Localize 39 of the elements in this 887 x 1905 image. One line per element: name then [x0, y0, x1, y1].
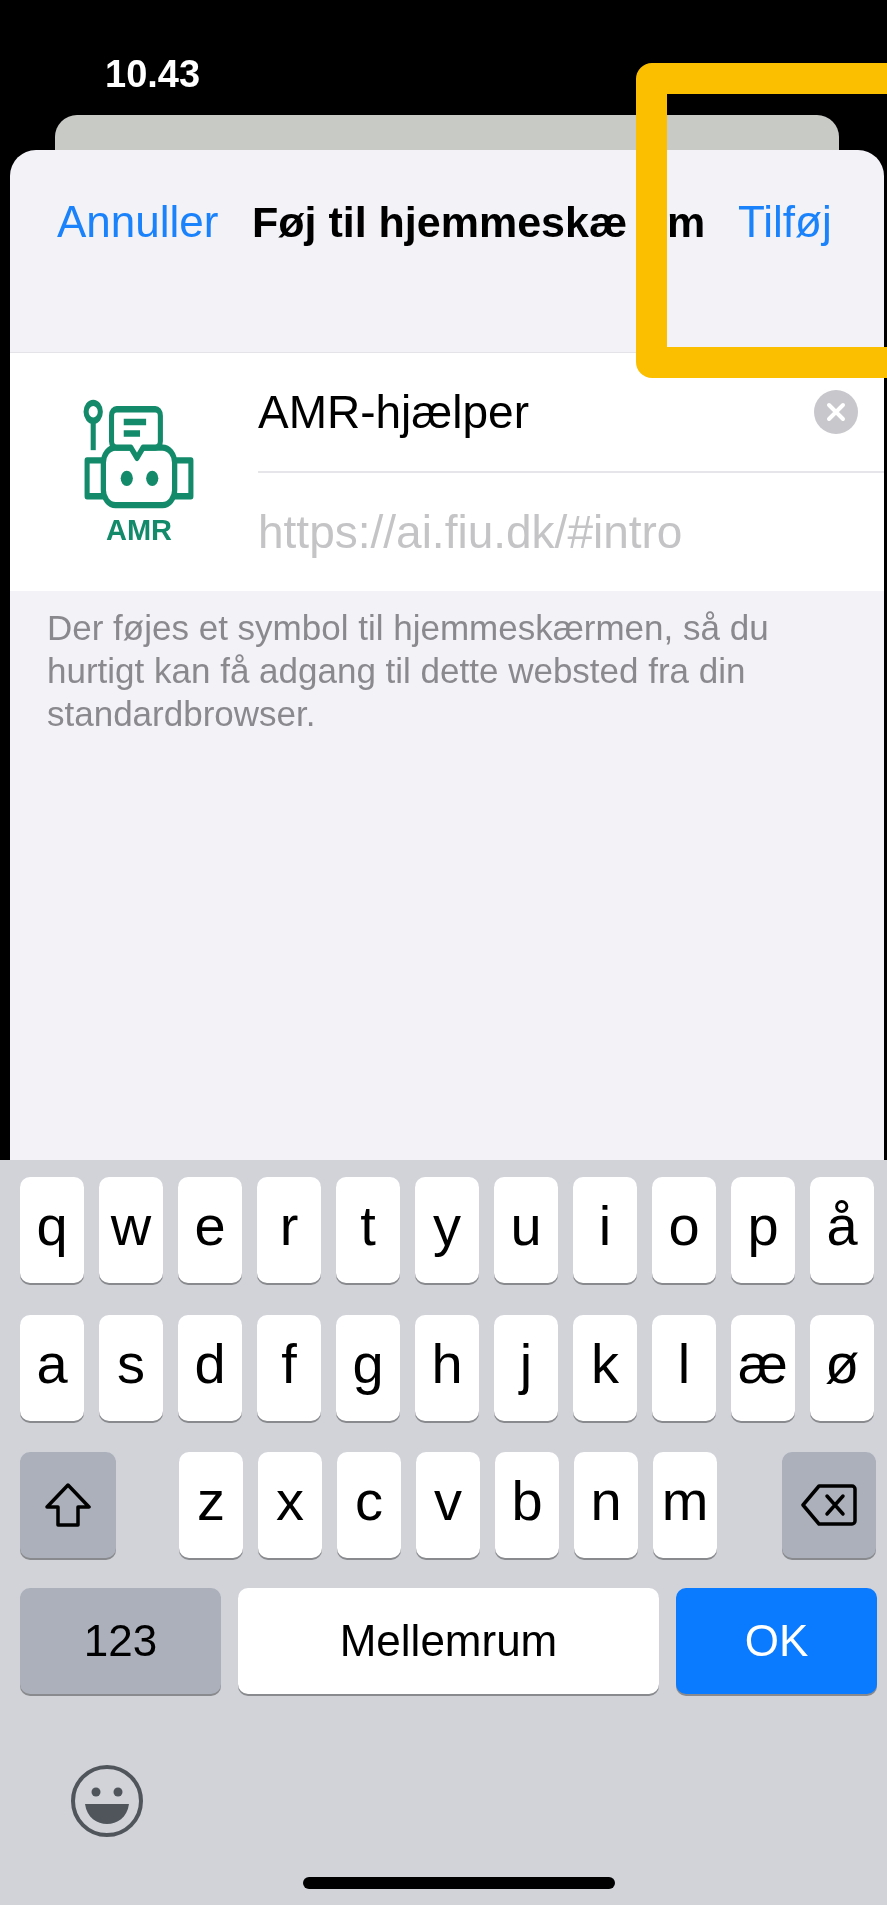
return-key[interactable]: OK — [676, 1588, 877, 1694]
letter-key[interactable]: æ — [731, 1315, 795, 1421]
letter-key[interactable]: o — [652, 1177, 716, 1283]
letter-key[interactable]: l — [652, 1315, 716, 1421]
letter-key[interactable]: d — [178, 1315, 242, 1421]
letter-key[interactable]: s — [99, 1315, 163, 1421]
letter-key[interactable]: z — [179, 1452, 243, 1558]
space-key[interactable]: Mellemrum — [238, 1588, 659, 1694]
letter-key[interactable]: k — [573, 1315, 637, 1421]
letter-key[interactable]: p — [731, 1177, 795, 1283]
letter-key[interactable]: y — [415, 1177, 479, 1283]
letter-key[interactable]: m — [653, 1452, 717, 1558]
url-text: https://ai.fiu.dk/#intro — [258, 505, 683, 559]
sheet-title: m — [667, 197, 707, 248]
letter-key[interactable]: c — [337, 1452, 401, 1558]
letter-key[interactable]: t — [336, 1177, 400, 1283]
letter-key[interactable]: e — [178, 1177, 242, 1283]
letter-key[interactable]: i — [573, 1177, 637, 1283]
letter-key[interactable]: a — [20, 1315, 84, 1421]
letter-key[interactable]: q — [20, 1177, 84, 1283]
letter-key[interactable]: j — [494, 1315, 558, 1421]
letter-key[interactable]: u — [494, 1177, 558, 1283]
numbers-key[interactable]: 123 — [20, 1588, 221, 1694]
letter-key[interactable]: å — [810, 1177, 874, 1283]
letter-key[interactable]: h — [415, 1315, 479, 1421]
app-icon-label: AMR — [105, 515, 172, 545]
letter-key[interactable]: r — [257, 1177, 321, 1283]
letter-key[interactable]: ø — [810, 1315, 874, 1421]
sheet-title: Føj til hjemmeskæ — [252, 197, 629, 248]
letter-key[interactable]: g — [336, 1315, 400, 1421]
letter-key[interactable]: n — [574, 1452, 638, 1558]
letter-key[interactable]: x — [258, 1452, 322, 1558]
letter-key[interactable]: f — [257, 1315, 321, 1421]
letter-key[interactable]: b — [495, 1452, 559, 1558]
name-field[interactable]: AMR-hjælper — [258, 385, 814, 439]
status-time: 10.43 — [105, 52, 201, 96]
description-text: Der føjes et symbol til hjemmeskærmen, så du hurtigt kan få adgang til dette websted fra din standardbrowser. — [47, 607, 770, 735]
letter-key[interactable]: w — [99, 1177, 163, 1283]
letter-key[interactable]: v — [416, 1452, 480, 1558]
